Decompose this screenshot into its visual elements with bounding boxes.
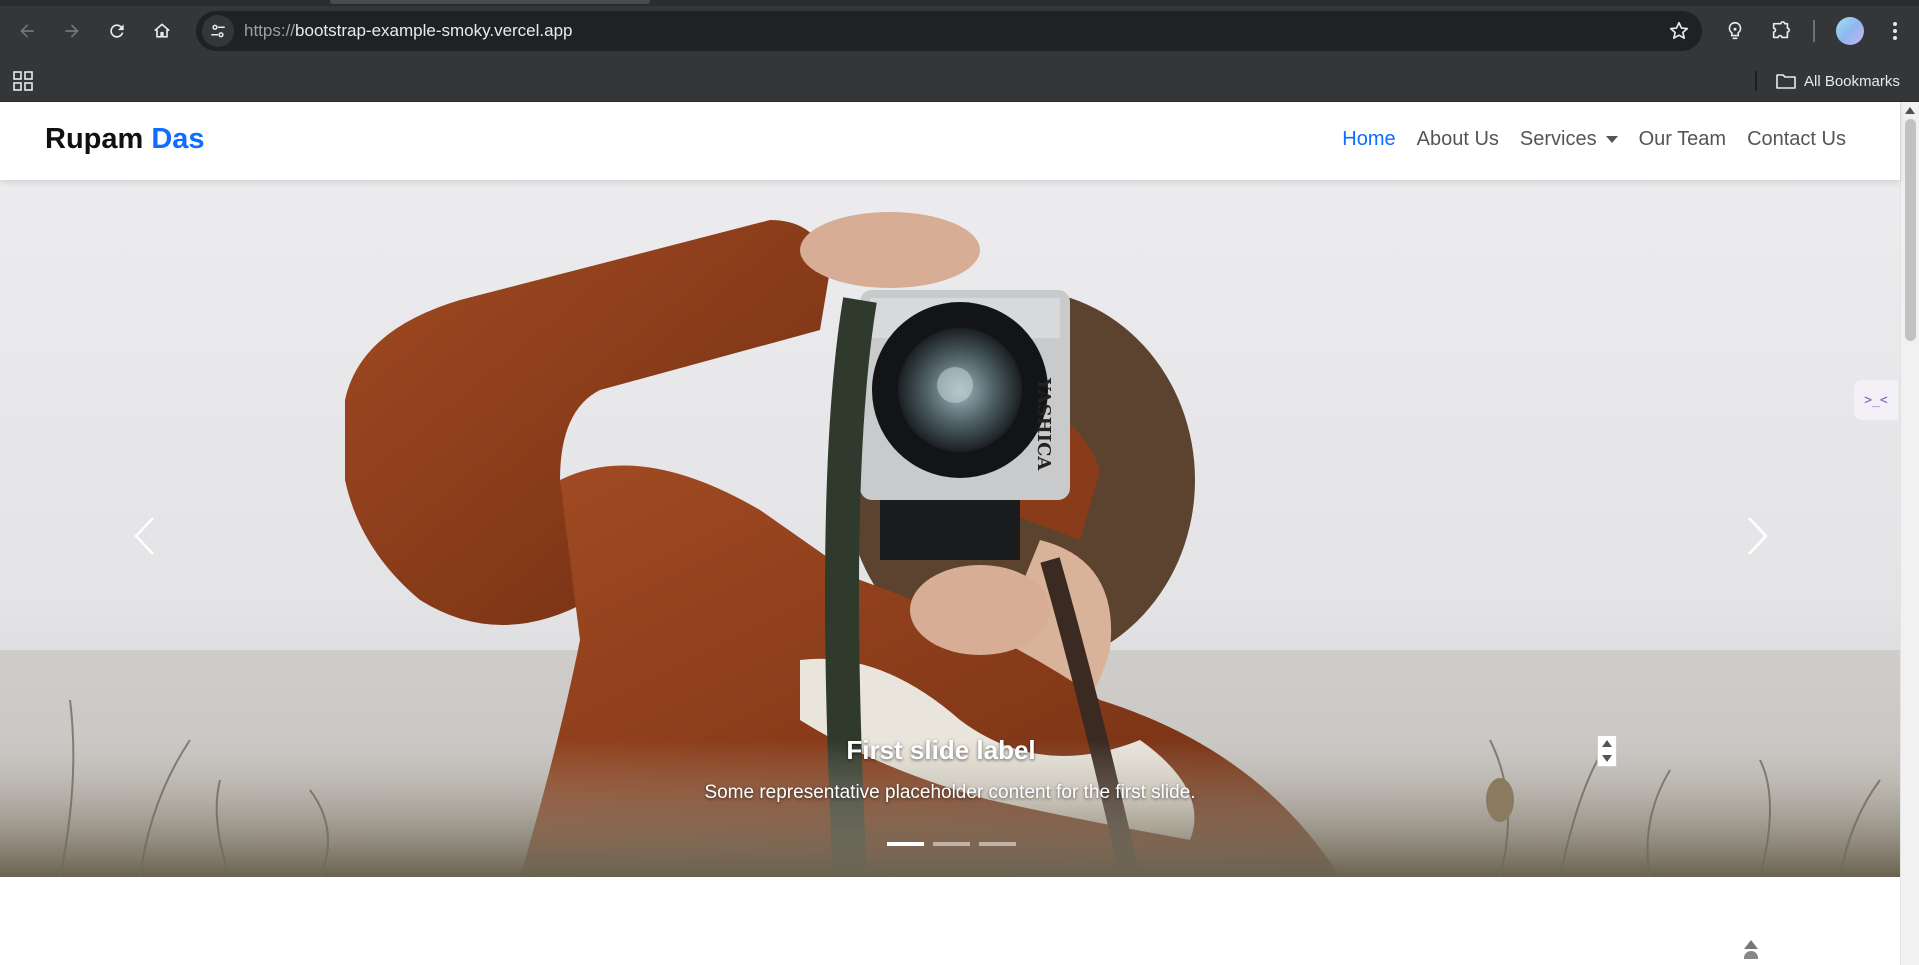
- brand-first-name: Rupam: [45, 123, 144, 155]
- nav-link-services-dropdown[interactable]: Services: [1520, 128, 1618, 151]
- scroll-to-top-button[interactable]: [1744, 940, 1758, 965]
- reload-icon: [110, 24, 124, 38]
- bookmarks-separator: [1755, 71, 1757, 91]
- back-icon: [20, 24, 34, 38]
- toolbar-separator: [1813, 20, 1815, 42]
- brand-logo[interactable]: Rupam Das: [45, 123, 205, 156]
- folder-icon: [1776, 74, 1796, 89]
- apps-grid-icon: [13, 71, 33, 91]
- carousel-indicator-2[interactable]: [933, 842, 970, 846]
- url-text[interactable]: https://bootstrap-example-smoky.vercel.a…: [244, 21, 573, 41]
- mini-scroll-control[interactable]: [1597, 735, 1617, 767]
- carousel-prev-button[interactable]: [124, 510, 164, 562]
- nav-link-home[interactable]: Home: [1342, 128, 1395, 151]
- scrollbar-thumb[interactable]: [1905, 119, 1916, 341]
- home-icon: [154, 23, 170, 38]
- active-tab-indicator[interactable]: [330, 0, 650, 4]
- all-bookmarks-label: All Bookmarks: [1804, 72, 1900, 90]
- carousel-indicator-3[interactable]: [979, 842, 1016, 846]
- nav-link-contact[interactable]: Contact Us: [1747, 128, 1846, 151]
- brand-last-name: Das: [151, 123, 205, 155]
- nav-link-label: Services: [1519, 128, 1597, 150]
- caret-down-icon: [1605, 136, 1618, 143]
- side-extension-widget[interactable]: >_<: [1854, 380, 1898, 420]
- nav-links: Home About Us Services Our Team Contact …: [1342, 128, 1846, 151]
- nav-link-label: Home: [1342, 128, 1396, 150]
- arrow-up-icon: [1744, 940, 1758, 949]
- scroll-up-arrow-icon[interactable]: [1905, 107, 1915, 114]
- puzzle-extensions-icon: [1772, 21, 1791, 39]
- camera-brand-text: YASHICA: [1033, 377, 1054, 471]
- url-host: bootstrap-example-smoky.vercel.app: [295, 21, 573, 40]
- carousel-indicators: [887, 842, 1016, 846]
- nav-link-label: Contact Us: [1747, 128, 1846, 150]
- url-scheme: https://: [244, 21, 296, 40]
- site-info-icon: [211, 24, 225, 38]
- nav-link-label: Our Team: [1638, 128, 1727, 150]
- extensions-button[interactable]: [1764, 14, 1798, 48]
- arrow-up-icon: [1602, 740, 1612, 747]
- chevron-right-icon: [1748, 517, 1768, 555]
- page-viewport: Rupam Das Home About Us Services Our Tea…: [0, 102, 1919, 965]
- widget-face-icon: >_<: [1864, 392, 1888, 408]
- lightbulb-extension-icon: [1728, 21, 1742, 40]
- caption-text: Some representative placeholder content …: [704, 782, 1196, 803]
- nav-link-team[interactable]: Our Team: [1639, 128, 1726, 151]
- forward-icon: [65, 24, 79, 38]
- hero-carousel: YASHICA First slide label Some represent…: [0, 180, 1900, 877]
- carousel-indicator-1[interactable]: [887, 842, 924, 846]
- address-bar[interactable]: https://bootstrap-example-smoky.vercel.a…: [196, 11, 1702, 51]
- site-info-button[interactable]: [202, 15, 234, 47]
- lightbulb-extension-button[interactable]: [1718, 14, 1752, 48]
- page-scrollbar[interactable]: [1900, 102, 1919, 965]
- bookmark-star-button[interactable]: [1666, 18, 1692, 44]
- kebab-menu-icon: [1893, 22, 1897, 40]
- arrow-down-icon: [1602, 755, 1612, 762]
- site-navbar: Rupam Das Home About Us Services Our Tea…: [0, 102, 1900, 180]
- star-icon: [1669, 21, 1689, 39]
- hero-slide-image: YASHICA: [0, 180, 1900, 877]
- all-bookmarks-button[interactable]: All Bookmarks: [1776, 69, 1900, 93]
- home-button[interactable]: [145, 14, 179, 48]
- carousel-next-button[interactable]: [1738, 510, 1778, 562]
- nav-link-label: About Us: [1416, 128, 1499, 150]
- apps-button[interactable]: [10, 68, 36, 94]
- browser-toolbar: https://bootstrap-example-smoky.vercel.a…: [0, 0, 1919, 60]
- bookmarks-bar: All Bookmarks: [0, 60, 1919, 102]
- reload-button[interactable]: [100, 14, 134, 48]
- tab-strip: [0, 0, 1919, 6]
- browser-menu-button[interactable]: [1878, 14, 1912, 48]
- scroll-top-knob: [1744, 951, 1758, 959]
- chevron-left-icon: [134, 517, 154, 555]
- nav-link-about[interactable]: About Us: [1417, 128, 1499, 151]
- profile-avatar[interactable]: [1836, 17, 1864, 45]
- back-button[interactable]: [10, 14, 44, 48]
- forward-button[interactable]: [55, 14, 89, 48]
